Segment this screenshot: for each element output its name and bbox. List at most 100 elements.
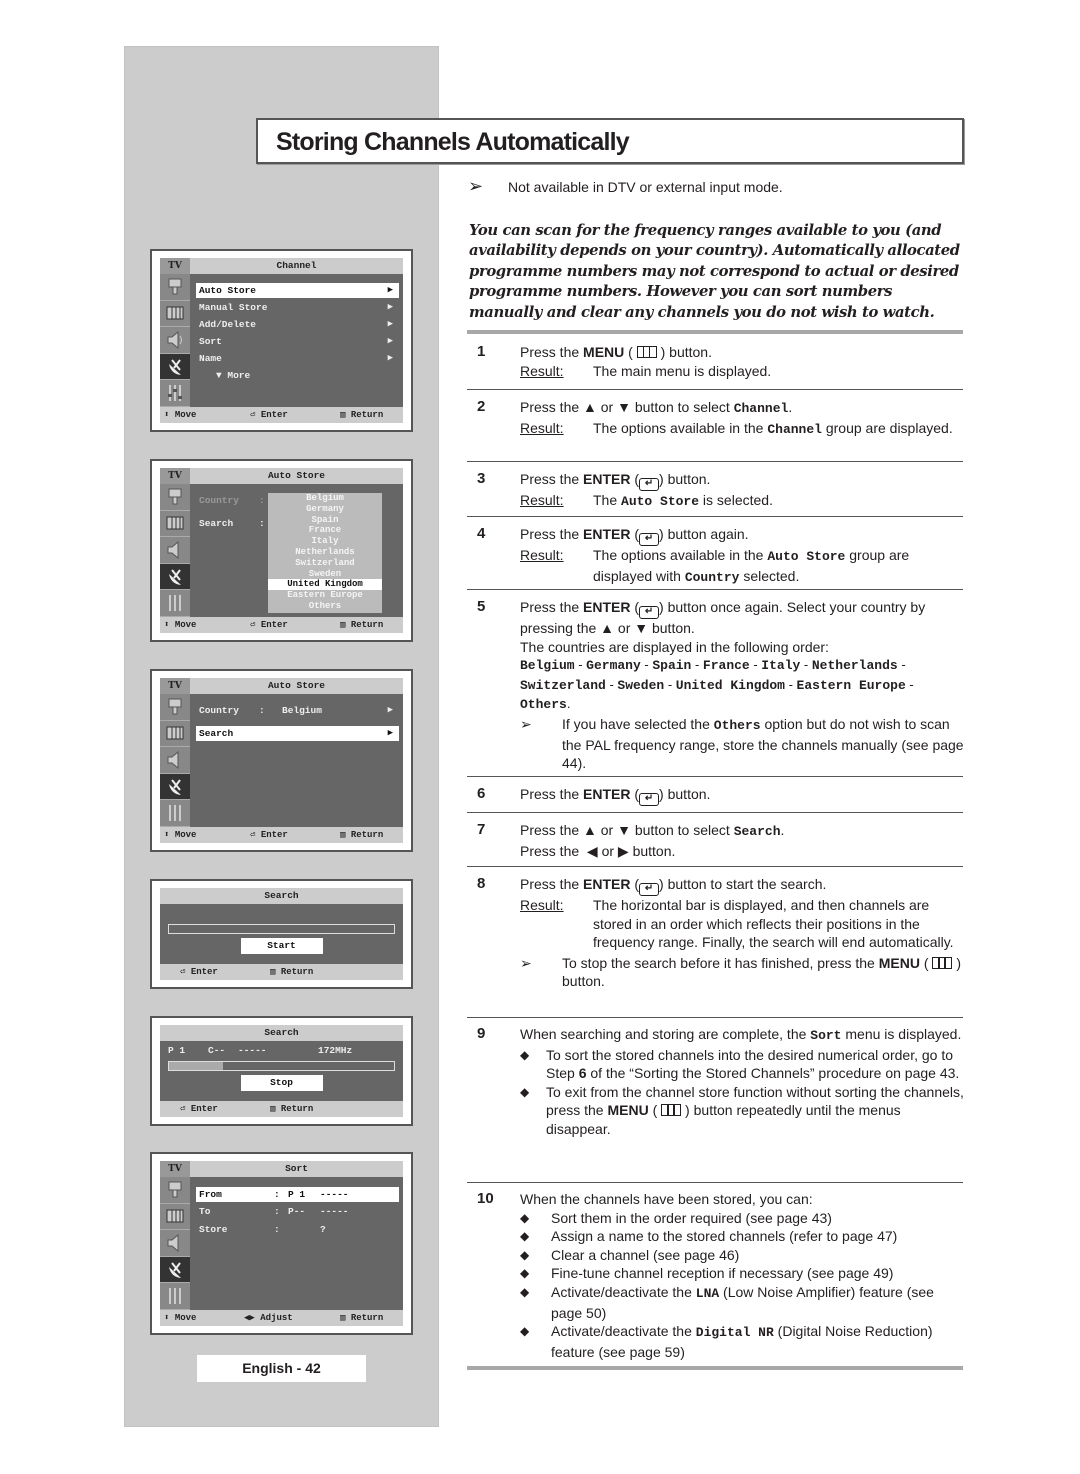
speaker-icon[interactable] xyxy=(160,1230,190,1257)
divider xyxy=(467,589,963,590)
option-netherlands[interactable]: Netherlands xyxy=(268,547,382,558)
option-germany[interactable]: Germany xyxy=(268,504,382,515)
option-france[interactable]: France xyxy=(268,525,382,536)
country-name: Netherlands xyxy=(811,658,898,674)
enter-icon: ⏎ xyxy=(180,967,186,977)
country-name: Eastern Europe xyxy=(796,677,906,693)
divider xyxy=(467,389,963,390)
divider xyxy=(467,776,963,777)
channel-antenna-icon[interactable] xyxy=(160,1256,190,1284)
start-button[interactable]: Start xyxy=(240,938,323,954)
option-eastern-europe[interactable]: Eastern Europe xyxy=(268,590,382,601)
bullet-diamond-icon: ◆ xyxy=(520,1247,530,1262)
menu-item-more[interactable]: ▼ More xyxy=(196,368,399,383)
arrow-right-icon: ▶ xyxy=(387,728,393,738)
stop-button[interactable]: Stop xyxy=(240,1075,323,1091)
title-box: Storing Channels Automatically xyxy=(256,118,964,164)
osd-search-start: Search Start ⏎ Enter ▥ Return xyxy=(150,879,413,989)
picture-icon[interactable] xyxy=(160,1177,190,1204)
country-order-list: Belgium - Germany - Spain - France - Ita… xyxy=(520,657,914,713)
search-status-line: P 1 C-- ----- 172MHz xyxy=(168,1045,353,1056)
option-others[interactable]: Others xyxy=(268,601,382,612)
country-dropdown[interactable]: Belgium Germany Spain France Italy Nethe… xyxy=(268,493,382,613)
option-sweden[interactable]: Sweden xyxy=(268,569,382,580)
option-switzerland[interactable]: Switzerland xyxy=(268,558,382,569)
channel-antenna-icon[interactable] xyxy=(160,563,190,591)
sound-bars-icon[interactable] xyxy=(160,721,190,748)
option-spain[interactable]: Spain xyxy=(268,515,382,526)
osd-sidebar xyxy=(160,484,190,617)
menu-item-sort[interactable]: Sort ▶ xyxy=(196,334,399,349)
channel-antenna-icon[interactable] xyxy=(160,353,190,381)
setup-sliders-icon[interactable] xyxy=(160,1283,190,1310)
osd-title: Search xyxy=(264,1027,299,1038)
divider xyxy=(467,1366,963,1370)
arrow-right-icon: ▶ xyxy=(387,353,393,363)
page-title: Storing Channels Automatically xyxy=(276,128,630,156)
menu-item-search[interactable]: Search ▶ xyxy=(196,726,399,741)
picture-icon[interactable] xyxy=(160,484,190,511)
sort-row-to[interactable]: To: P-- ----- xyxy=(196,1204,399,1219)
arrow-right-icon: ▶ xyxy=(387,336,393,346)
osd-title: Channel xyxy=(276,260,317,271)
option-united-kingdom[interactable]: United Kingdom xyxy=(268,579,382,591)
speaker-icon[interactable] xyxy=(160,747,190,774)
menu-item-name[interactable]: Name ▶ xyxy=(196,351,399,366)
setup-sliders-icon[interactable] xyxy=(160,800,190,827)
menu-item-auto-store[interactable]: Auto Store ▶ xyxy=(196,283,399,298)
sound-bars-icon[interactable] xyxy=(160,511,190,538)
sound-bars-icon[interactable] xyxy=(160,1204,190,1231)
page-number: English - 42 xyxy=(197,1355,366,1382)
setup-sliders-icon[interactable] xyxy=(160,380,190,407)
menu-item-add-delete[interactable]: Add/Delete ▶ xyxy=(196,317,399,332)
menu-icon: ▥ xyxy=(270,967,276,977)
menu-item-country[interactable]: Country: Belgium ▶ xyxy=(196,703,399,718)
divider xyxy=(467,516,963,517)
sort-row-from[interactable]: From: P 1 ----- xyxy=(196,1187,399,1202)
speaker-icon[interactable] xyxy=(160,537,190,564)
setup-sliders-icon[interactable] xyxy=(160,590,190,617)
menu-icon: ▥ xyxy=(340,620,346,630)
availability-note: ➢ Not available in DTV or external input … xyxy=(468,176,783,196)
picture-icon[interactable] xyxy=(160,274,190,301)
osd-footer: ⬍ Move ⏎ Enter ▥ Return xyxy=(160,827,403,843)
enter-hint: ⏎ Enter xyxy=(250,410,288,420)
country-name: Belgium xyxy=(520,658,575,674)
left-right-arrows-icon: ◀▶ xyxy=(244,1313,255,1323)
bullet-diamond-icon: ◆ xyxy=(520,1324,530,1339)
osd-footer: ⬍ Move ◀▶ Adjust ▥ Return xyxy=(160,1310,403,1326)
picture-icon[interactable] xyxy=(160,694,190,721)
osd-footer: ⏎ Enter ▥ Return xyxy=(160,1101,403,1117)
option-italy[interactable]: Italy xyxy=(268,536,382,547)
menu-icon: ▥ xyxy=(270,1104,276,1114)
search-progress-bar xyxy=(168,1061,395,1071)
search-progress-bar xyxy=(168,924,395,934)
osd-channel-menu: TV Channel Auto Store ▶ Manual Store ▶ Add… xyxy=(150,249,413,432)
osd-footer: ⬍ Move ⏎ Enter ▥ Return xyxy=(160,617,403,633)
enter-icon: ⏎ xyxy=(250,830,256,840)
move-hint: ⬍ Move xyxy=(164,410,197,420)
menu-icon: ▥ xyxy=(340,410,346,420)
option-belgium[interactable]: Belgium xyxy=(268,493,382,504)
menu-icon xyxy=(932,956,953,969)
osd-sidebar xyxy=(160,694,190,827)
tv-label: TV xyxy=(160,1161,190,1177)
menu-item-manual-store[interactable]: Manual Store ▶ xyxy=(196,300,399,315)
note-arrow-icon: ➢ xyxy=(520,715,532,732)
sort-row-store[interactable]: Store:? xyxy=(196,1222,399,1237)
bullet-diamond-icon: ◆ xyxy=(520,1266,530,1281)
intro-paragraph: You can scan for the frequency ranges av… xyxy=(469,222,960,321)
speaker-icon[interactable] xyxy=(160,327,190,354)
menu-icon: ▥ xyxy=(340,830,346,840)
country-name: France xyxy=(702,658,750,674)
divider xyxy=(467,812,963,813)
sound-bars-icon[interactable] xyxy=(160,301,190,328)
osd-footer: ⬍ Move ⏎ Enter ▥ Return xyxy=(160,407,403,423)
tv-label: TV xyxy=(160,468,190,484)
channel-antenna-icon[interactable] xyxy=(160,773,190,801)
country-name: United Kingdom xyxy=(675,677,785,693)
country-name: Others xyxy=(520,697,567,713)
bullet-diamond-icon: ◆ xyxy=(520,1047,530,1062)
divider xyxy=(467,866,963,867)
enter-icon: ↵ xyxy=(639,793,660,806)
